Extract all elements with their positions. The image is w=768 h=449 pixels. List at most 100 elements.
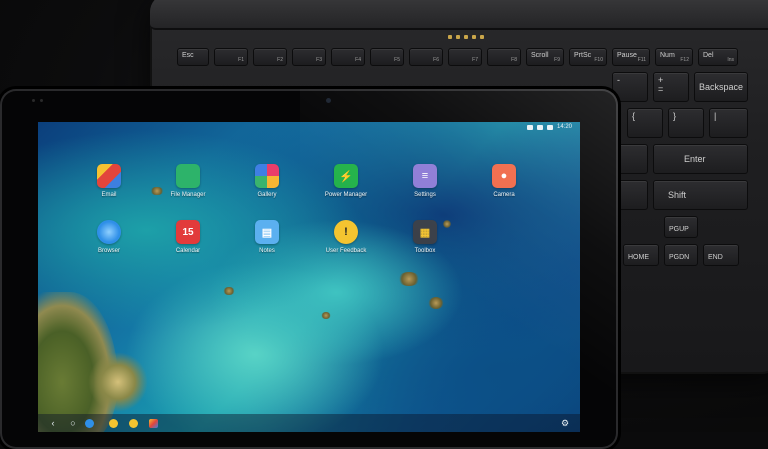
home-button[interactable]: ○ bbox=[68, 418, 78, 428]
key-sublabel: = bbox=[658, 84, 664, 94]
key-label: Backspace bbox=[699, 82, 744, 92]
app-label: Camera bbox=[493, 192, 515, 198]
app-label: Browser bbox=[97, 248, 120, 254]
key-label: F7 bbox=[472, 57, 478, 63]
app-label: Settings bbox=[414, 192, 436, 198]
wallpaper-islet bbox=[321, 312, 331, 319]
app-label: Toolbox bbox=[414, 248, 436, 254]
key-label: F4 bbox=[355, 57, 361, 63]
key-sublabel: F10 bbox=[594, 57, 603, 63]
key-pause[interactable]: Pause F11 bbox=[612, 48, 650, 66]
status-bar: 14:20 bbox=[526, 124, 572, 130]
dock-app-browser[interactable] bbox=[84, 418, 94, 428]
key-minus[interactable]: - bbox=[612, 72, 648, 102]
key-home[interactable]: HOME bbox=[623, 244, 659, 266]
battery-icon bbox=[546, 124, 553, 130]
nav-dock: ‹ ○ ⚙ bbox=[38, 414, 580, 432]
key-f8[interactable]: F8 bbox=[487, 48, 521, 66]
key-lbrace[interactable]: { bbox=[627, 108, 663, 138]
key-label: Shift bbox=[668, 190, 687, 200]
key-f3[interactable]: F3 bbox=[292, 48, 326, 66]
back-button[interactable]: ‹ bbox=[48, 418, 58, 428]
key-shift[interactable]: Shift bbox=[653, 180, 748, 210]
wallpaper-islet bbox=[223, 287, 235, 295]
wifi-icon bbox=[536, 124, 543, 130]
app-label: User Feedback bbox=[325, 248, 367, 254]
app-notes[interactable]: ▤ Notes bbox=[232, 220, 302, 254]
key-sublabel: Ins bbox=[727, 57, 734, 63]
key-label: Enter bbox=[684, 154, 706, 164]
key-num[interactable]: Num F12 bbox=[655, 48, 693, 66]
app-file-manager[interactable]: File Manager bbox=[153, 164, 223, 198]
dock-tools-button[interactable]: ⚙ bbox=[560, 418, 570, 428]
status-time: 14:20 bbox=[556, 124, 572, 130]
key-label: } bbox=[673, 111, 677, 121]
app-power-manager[interactable]: ⚡ Power Manager bbox=[311, 164, 381, 198]
key-sublabel: F9 bbox=[554, 57, 560, 63]
folder-icon bbox=[176, 164, 200, 188]
key-label: Scroll bbox=[531, 52, 549, 59]
key-label: F3 bbox=[316, 57, 322, 63]
key-f4[interactable]: F4 bbox=[331, 48, 365, 66]
key-del[interactable]: Del Ins bbox=[698, 48, 738, 66]
key-plus[interactable]: + = bbox=[653, 72, 689, 102]
dock-app-sun[interactable] bbox=[128, 418, 138, 428]
key-pipe[interactable]: | bbox=[709, 108, 748, 138]
dock-app-feedback[interactable] bbox=[108, 418, 118, 428]
key-backspace[interactable]: Backspace bbox=[694, 72, 748, 102]
app-user-feedback[interactable]: ! User Feedback bbox=[311, 220, 381, 254]
key-sublabel: F12 bbox=[680, 57, 689, 63]
key-f5[interactable]: F5 bbox=[370, 48, 404, 66]
back-icon: ‹ bbox=[51, 418, 55, 428]
key-pgdn[interactable]: PGDN bbox=[664, 244, 698, 266]
email-icon bbox=[97, 164, 121, 188]
browser-icon bbox=[97, 220, 121, 244]
tablet-sensors bbox=[32, 99, 43, 102]
key-label: F2 bbox=[277, 57, 283, 63]
app-toolbox[interactable]: ▦ Toolbox bbox=[390, 220, 460, 254]
key-label: PGDN bbox=[669, 254, 690, 261]
key-label: Num bbox=[660, 52, 675, 59]
app-settings[interactable]: ≡ Settings bbox=[390, 164, 460, 198]
key-f1[interactable]: F1 bbox=[214, 48, 248, 66]
key-label: HOME bbox=[628, 254, 649, 261]
key-esc[interactable]: Esc bbox=[177, 48, 209, 66]
key-pgup[interactable]: PGUP bbox=[664, 216, 698, 238]
pogo-connector bbox=[448, 35, 484, 39]
app-camera[interactable]: ● Camera bbox=[469, 164, 539, 198]
key-label: { bbox=[632, 111, 636, 121]
app-gallery[interactable]: Gallery bbox=[232, 164, 302, 198]
key-f7[interactable]: F7 bbox=[448, 48, 482, 66]
key-label: PrtSc bbox=[574, 52, 592, 59]
key-f2[interactable]: F2 bbox=[253, 48, 287, 66]
key-label: F6 bbox=[433, 57, 439, 63]
key-prtsc[interactable]: PrtSc F10 bbox=[569, 48, 607, 66]
app-label: File Manager bbox=[170, 192, 206, 198]
key-label: F5 bbox=[394, 57, 400, 63]
key-label: | bbox=[714, 111, 717, 121]
app-browser[interactable]: Browser bbox=[74, 220, 144, 254]
sun-icon bbox=[128, 418, 138, 428]
wallpaper-beach bbox=[88, 352, 148, 412]
keyboard-hinge bbox=[150, 0, 768, 30]
key-f6[interactable]: F6 bbox=[409, 48, 443, 66]
dock-app-email[interactable] bbox=[148, 418, 158, 428]
key-rbrace[interactable]: } bbox=[668, 108, 704, 138]
key-end[interactable]: END bbox=[703, 244, 739, 266]
key-label: - bbox=[617, 75, 620, 85]
camera-icon: ● bbox=[492, 164, 516, 188]
app-calendar[interactable]: 15 Calendar bbox=[153, 220, 223, 254]
email-icon bbox=[148, 418, 158, 428]
home-icon: ○ bbox=[70, 418, 76, 428]
key-enter[interactable]: Enter bbox=[653, 144, 748, 174]
app-label: Email bbox=[101, 192, 117, 198]
tablet-screen: 14:20 Email File Manager Gallery ⚡ Power… bbox=[38, 122, 580, 432]
app-label: Gallery bbox=[257, 192, 277, 198]
calendar-icon: 15 bbox=[176, 220, 200, 244]
wallpaper-islet bbox=[398, 272, 420, 286]
notes-icon: ▤ bbox=[255, 220, 279, 244]
app-email[interactable]: Email bbox=[74, 164, 144, 198]
key-scroll[interactable]: Scroll F9 bbox=[526, 48, 564, 66]
battery-icon: ⚡ bbox=[334, 164, 358, 188]
app-label: Notes bbox=[259, 248, 275, 254]
